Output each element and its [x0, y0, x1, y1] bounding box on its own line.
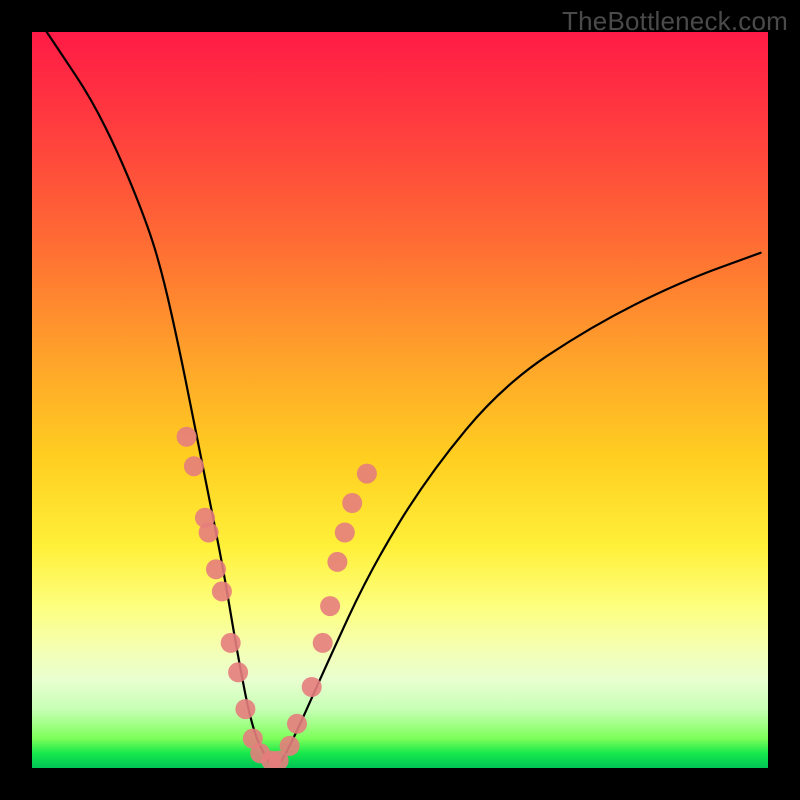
- data-marker: [212, 581, 232, 601]
- data-marker: [199, 523, 219, 543]
- data-marker: [357, 464, 377, 484]
- data-marker: [302, 677, 322, 697]
- markers-group: [177, 427, 377, 768]
- data-marker: [184, 456, 204, 476]
- data-marker: [235, 699, 255, 719]
- data-marker: [335, 523, 355, 543]
- data-marker: [327, 552, 347, 572]
- watermark-text: TheBottleneck.com: [562, 6, 788, 37]
- data-marker: [342, 493, 362, 513]
- data-marker: [280, 736, 300, 756]
- data-marker: [206, 559, 226, 579]
- data-marker: [287, 714, 307, 734]
- bottleneck-curve: [47, 32, 761, 766]
- chart-svg: [32, 32, 768, 768]
- plot-area: [32, 32, 768, 768]
- data-marker: [320, 596, 340, 616]
- data-marker: [313, 633, 333, 653]
- data-marker: [221, 633, 241, 653]
- data-marker: [228, 662, 248, 682]
- data-marker: [177, 427, 197, 447]
- chart-stage: TheBottleneck.com: [0, 0, 800, 800]
